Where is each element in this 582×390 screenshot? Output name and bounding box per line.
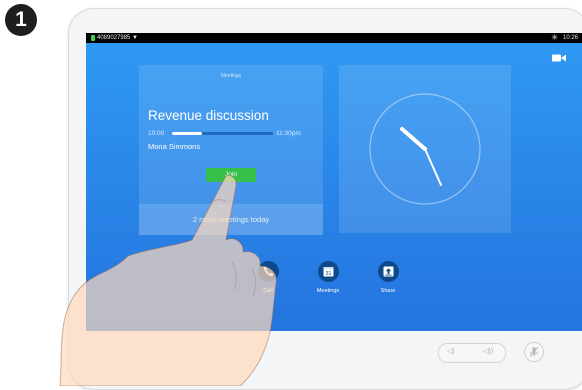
more-meetings-link[interactable]: 2 more meetings today bbox=[139, 204, 323, 235]
meeting-card: Meetings Revenue discussion 10:00 11:30p… bbox=[139, 65, 323, 235]
share-icon[interactable] bbox=[377, 261, 399, 282]
volume-down-icon[interactable]: ◁) bbox=[447, 347, 455, 355]
meetings-label: Meetings bbox=[316, 288, 340, 294]
meeting-end-time: 11:30pm bbox=[276, 130, 301, 137]
status-bar: 4089027985 ▼ ✳ 10:26 bbox=[86, 33, 582, 43]
meeting-card-header: Meetings bbox=[220, 73, 242, 79]
meetings-dock-item[interactable]: 31 Meetings bbox=[308, 261, 348, 294]
step-number-badge: 1 bbox=[5, 4, 37, 36]
mute-icon[interactable] bbox=[525, 343, 543, 361]
meeting-start-time: 10:00 bbox=[148, 130, 165, 137]
calendar-date: 31 bbox=[325, 271, 331, 277]
meeting-title: Revenue discussion bbox=[148, 108, 269, 123]
clock-minute-hand bbox=[424, 148, 442, 186]
battery-icon bbox=[91, 35, 95, 41]
status-time: 10:26 bbox=[562, 35, 578, 41]
phone-icon[interactable] bbox=[257, 261, 279, 282]
join-button[interactable]: Join bbox=[206, 168, 256, 182]
clock-panel bbox=[339, 65, 511, 233]
calendar-icon[interactable]: 31 bbox=[317, 261, 339, 282]
bluetooth-icon: ✳ bbox=[551, 33, 558, 42]
analog-clock bbox=[369, 93, 481, 205]
call-label: Call bbox=[263, 288, 273, 294]
camera-icon[interactable] bbox=[552, 53, 566, 63]
touch-screen: 4089027985 ▼ ✳ 10:26 Meetings Revenue di… bbox=[86, 33, 582, 331]
meeting-progress-bar bbox=[172, 132, 273, 135]
volume-buttons[interactable]: ◁) ◁)) bbox=[438, 343, 506, 363]
meeting-progress-fill bbox=[172, 132, 203, 135]
status-number[interactable]: 4089027985 ▼ bbox=[97, 33, 138, 43]
call-dock-item[interactable]: Call bbox=[248, 261, 288, 294]
share-label: Share bbox=[380, 288, 396, 294]
share-dock-item[interactable]: Share bbox=[368, 261, 408, 294]
mute-button[interactable] bbox=[524, 342, 544, 362]
clock-hour-hand bbox=[400, 127, 427, 151]
volume-up-icon[interactable]: ◁)) bbox=[483, 347, 493, 355]
meeting-host: Mona Simmons bbox=[148, 142, 201, 151]
